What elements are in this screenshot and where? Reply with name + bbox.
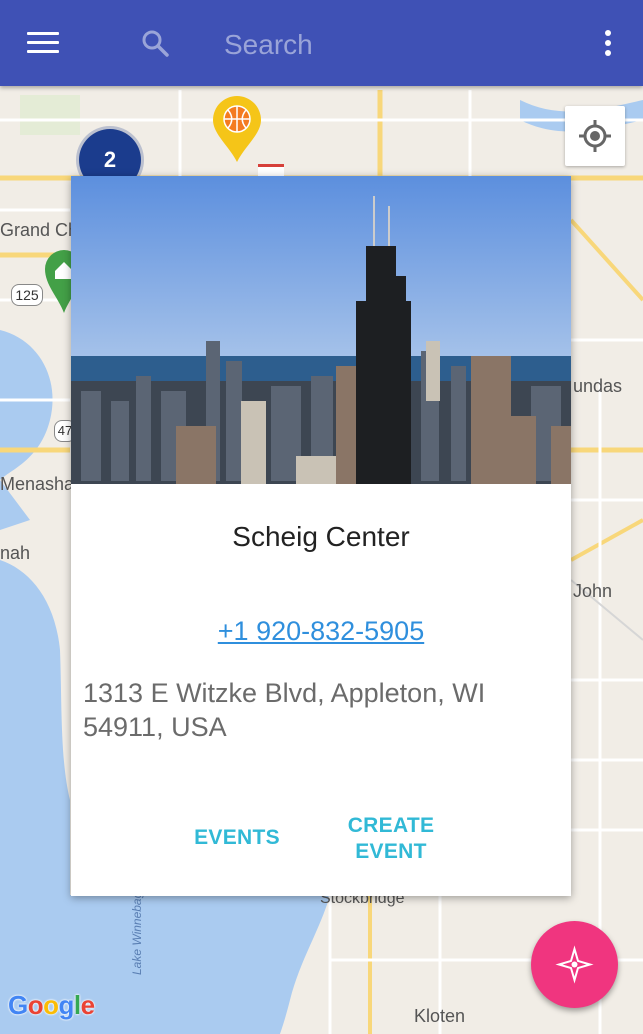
my-location-icon [579,120,611,152]
map-label-menasha: Menasha [0,474,75,494]
map-label-grand-chute: Grand Ch [0,220,79,240]
map-label-lake-winnebago: Lake Winnebago [130,885,144,975]
create-event-button[interactable]: CREATE EVENT [347,813,435,865]
menu-icon[interactable] [27,32,59,54]
highway-125-shield: 125 [11,284,43,306]
place-info-card: Scheig Center +1 920-832-5905 1313 E Wit… [71,176,571,896]
explore-fab[interactable] [531,921,618,1008]
city-skyline-image [71,176,571,484]
phone-link[interactable]: +1 920-832-5905 [71,616,571,647]
compass-icon [555,945,594,984]
place-photo [71,176,571,484]
google-logo: Google [8,990,95,1020]
search-input[interactable] [222,24,526,66]
my-location-button[interactable] [565,106,625,166]
map-label-kloten: Kloten [414,1006,466,1026]
place-address: 1313 E Witzke Blvd, Appleton, WI 54911, … [83,678,486,742]
map-label-dundas: undas [573,376,623,396]
map-label-john: John [573,581,613,601]
search-icon[interactable] [140,28,170,58]
basketball-pin-icon [213,96,261,162]
place-title: Scheig Center [232,521,410,552]
map-label-neenah: nah [0,543,31,563]
basketball-marker[interactable] [211,94,263,169]
events-button[interactable]: EVENTS [191,825,283,851]
app-bar [0,0,643,86]
more-vert-icon[interactable] [600,30,616,58]
